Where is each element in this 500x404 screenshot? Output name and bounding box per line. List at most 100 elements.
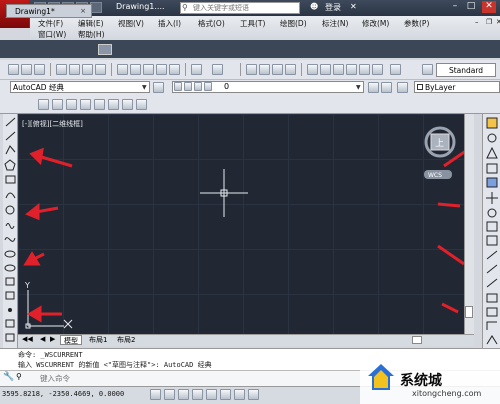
copy-icon[interactable] — [130, 64, 141, 75]
menu-draw[interactable]: 绘图(D) — [280, 18, 307, 29]
open-file-icon[interactable] — [21, 64, 32, 75]
quickcalc-icon[interactable] — [372, 64, 383, 75]
chevron-down-icon[interactable]: ▼ — [356, 84, 361, 91]
infer-constraints-icon[interactable] — [150, 389, 161, 400]
markup-icon[interactable] — [359, 64, 370, 75]
properties-icon[interactable] — [307, 64, 318, 75]
menu-close-icon[interactable]: ✕ — [496, 18, 500, 26]
zoom-window-icon[interactable] — [272, 64, 283, 75]
object-snap-tracking-icon[interactable] — [248, 389, 259, 400]
tab-layout1[interactable]: 布局1 — [86, 335, 110, 345]
coordinates-readout: 3595.8218, -2350.4669, 0.0000 — [2, 390, 125, 398]
zoom-realtime-icon[interactable] — [259, 64, 270, 75]
block-editor-icon[interactable] — [169, 64, 180, 75]
wrench-icon[interactable]: 🔧 — [3, 372, 14, 382]
ortho-mode-icon[interactable] — [192, 389, 203, 400]
vertical-scroll-thumb[interactable] — [465, 306, 473, 318]
text-style-select[interactable]: Standard — [436, 63, 496, 77]
tab-layout2[interactable]: 布局2 — [114, 335, 138, 345]
workspace-select[interactable]: AutoCAD 经典 — [10, 81, 150, 93]
workspace-settings-icon[interactable] — [153, 82, 164, 93]
3d-print-icon[interactable] — [95, 64, 106, 75]
grid-display-icon[interactable] — [178, 389, 189, 400]
join-icon — [486, 293, 498, 303]
layer-off-icon[interactable] — [94, 99, 105, 110]
publish-icon[interactable] — [82, 64, 93, 75]
tab-nav-prev-icon[interactable]: ◀ — [40, 335, 45, 343]
minimize-icon[interactable]: – — [448, 1, 462, 13]
layer-lock-icon[interactable] — [122, 99, 133, 110]
menu-modify[interactable]: 修改(M) — [362, 18, 389, 29]
color-select[interactable]: ByLayer — [414, 81, 500, 93]
layer-properties-icon[interactable] — [38, 99, 49, 110]
design-center-icon[interactable] — [320, 64, 331, 75]
polygon-icon — [4, 159, 16, 171]
tab-model[interactable]: 模型 — [60, 335, 82, 345]
menu-format[interactable]: 格式(O) — [198, 18, 225, 29]
layer-previous-icon[interactable] — [381, 82, 392, 93]
save-file-icon[interactable] — [34, 64, 45, 75]
cut-icon[interactable] — [117, 64, 128, 75]
viewport-controls-label[interactable]: [-][俯视][二维线框] — [22, 119, 83, 129]
red-arrow-head-icon — [23, 251, 41, 266]
watermark-url: xitongcheng.com — [412, 389, 482, 398]
crosshair-cursor — [200, 169, 248, 217]
user-icon[interactable]: ☻ — [310, 2, 318, 11]
search-input[interactable] — [181, 3, 299, 13]
layer-isolate-icon[interactable] — [66, 99, 77, 110]
drawing-canvas[interactable]: 上 WCS Y — [18, 114, 464, 334]
close-window-icon[interactable]: ✕ — [482, 1, 496, 13]
tab-label: Drawing1* — [15, 7, 55, 16]
snap-mode-icon[interactable] — [164, 389, 175, 400]
tool-palettes-icon[interactable] — [333, 64, 344, 75]
plot-preview-icon[interactable] — [69, 64, 80, 75]
exchange-icon[interactable]: ✕ — [350, 2, 357, 11]
search-box[interactable] — [180, 2, 300, 14]
layer-state-icon[interactable] — [52, 99, 63, 110]
menu-dimension[interactable]: 标注(N) — [322, 18, 348, 29]
login-link[interactable]: 登录 — [325, 2, 341, 13]
help-icon[interactable] — [390, 64, 401, 75]
polar-tracking-icon[interactable] — [206, 389, 217, 400]
menu-help[interactable]: 帮助(H) — [78, 29, 105, 40]
paste-icon[interactable] — [143, 64, 154, 75]
menu-window[interactable]: 窗口(W) — [38, 29, 66, 40]
redo-icon[interactable] — [212, 64, 223, 75]
tab-nav-first-icon[interactable]: ◀◀ — [22, 335, 33, 343]
menu-restore-icon[interactable]: ❐ — [486, 18, 492, 26]
search-history-icon[interactable]: ⚲ — [16, 372, 22, 381]
chevron-down-icon[interactable]: ▼ — [142, 84, 147, 91]
menu-tools[interactable]: 工具(T) — [240, 18, 265, 29]
menu-insert[interactable]: 插入(I) — [158, 18, 181, 29]
layer-freeze-icon[interactable] — [108, 99, 119, 110]
qnew-icon[interactable] — [8, 64, 19, 75]
pan-icon[interactable] — [246, 64, 257, 75]
match-properties-icon[interactable] — [156, 64, 167, 75]
vertical-scrollbar[interactable] — [464, 114, 474, 336]
object-snap-icon[interactable] — [220, 389, 231, 400]
tab-nav-next-icon[interactable]: ▶ — [50, 335, 55, 343]
sheet-set-icon[interactable] — [346, 64, 357, 75]
menu-minimize-icon[interactable]: – — [475, 18, 479, 26]
3d-object-snap-icon[interactable] — [234, 389, 245, 400]
menu-parametric[interactable]: 参数(P) — [404, 18, 429, 29]
lightbulb-icon — [174, 82, 182, 91]
command-input[interactable] — [40, 373, 320, 384]
circle-icon — [5, 205, 15, 215]
layer-match-icon[interactable] — [136, 99, 147, 110]
plot-icon[interactable] — [56, 64, 67, 75]
undo-icon[interactable] — [191, 64, 202, 75]
menu-view[interactable]: 视图(V) — [118, 18, 144, 29]
menu-file[interactable]: 文件(F) — [38, 18, 63, 29]
horizontal-scroll-thumb[interactable] — [412, 336, 422, 344]
layer-unisolate-icon[interactable] — [80, 99, 91, 110]
color-control-icon[interactable] — [397, 82, 408, 93]
maximize-icon[interactable]: □ — [464, 1, 478, 13]
tab-close-icon[interactable]: × — [78, 6, 88, 16]
menu-bar: 文件(F) 编辑(E) 视图(V) 插入(I) 格式(O) 工具(T) 绘图(D… — [30, 16, 500, 40]
menu-edit[interactable]: 编辑(E) — [78, 18, 104, 29]
make-current-layer-icon[interactable] — [368, 82, 379, 93]
text-style-icon[interactable] — [422, 64, 433, 75]
zoom-previous-icon[interactable] — [285, 64, 296, 75]
new-tab-button[interactable] — [98, 44, 112, 55]
